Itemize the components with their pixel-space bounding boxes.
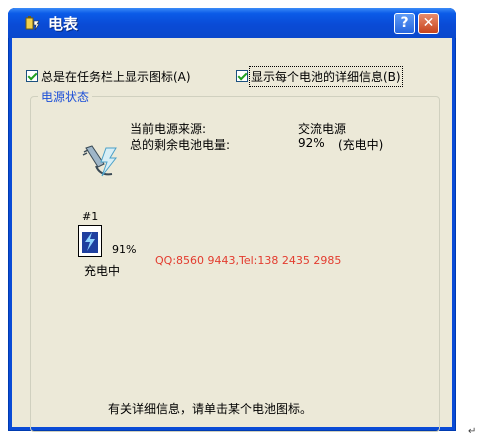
remaining-charge-value: 92% (298, 136, 325, 150)
watermark-text: QQ:8560 9443,Tel:138 2435 2985 (155, 254, 342, 267)
paragraph-mark: ↵ (468, 426, 477, 437)
ac-power-plug-icon (82, 145, 118, 177)
remaining-charge-state: (充电中) (338, 138, 384, 152)
always-show-icon-label: 总是在任务栏上显示图标(A) (41, 69, 191, 84)
power-source-label: 当前电源来源: (130, 122, 207, 136)
battery-number: #1 (82, 210, 99, 223)
window-title: 电表 (48, 15, 79, 33)
show-battery-details-label: 显示每个电池的详细信息(B) (249, 65, 403, 87)
dialog-body: 总是在任务栏上显示图标(A) 显示每个电池的详细信息(B) 电源状态 当前电源来… (12, 38, 452, 432)
battery-1-percent: 91% (112, 243, 137, 256)
charging-bolt-icon (85, 232, 95, 251)
show-battery-details-checkbox[interactable] (236, 70, 248, 82)
show-battery-details-option[interactable]: 显示每个电池的详细信息(B) (236, 65, 403, 87)
battery-1-icon[interactable] (78, 225, 102, 257)
close-button[interactable]: ✕ (418, 13, 439, 34)
power-status-group-title: 电源状态 (38, 88, 93, 105)
remaining-charge-label: 总的剩余电池电量: (130, 138, 231, 152)
help-button[interactable]: ? (394, 13, 415, 34)
close-icon: ✕ (422, 15, 435, 31)
battery-1-state: 充电中 (84, 264, 121, 278)
help-icon: ? (400, 15, 409, 31)
power-meter-window: 电表 ? ✕ 总是在任务栏上显示图标(A) 显示每个电池的详细信息(B) 电源状… (8, 8, 456, 432)
battery-meter-icon (25, 16, 40, 31)
power-source-value: 交流电源 (298, 122, 347, 136)
always-show-icon-checkbox[interactable] (26, 70, 38, 82)
always-show-icon-option[interactable]: 总是在任务栏上显示图标(A) (26, 68, 191, 84)
title-bar[interactable]: 电表 ? ✕ (8, 8, 456, 38)
details-hint: 有关详细信息，请单击某个电池图标。 (108, 402, 313, 416)
